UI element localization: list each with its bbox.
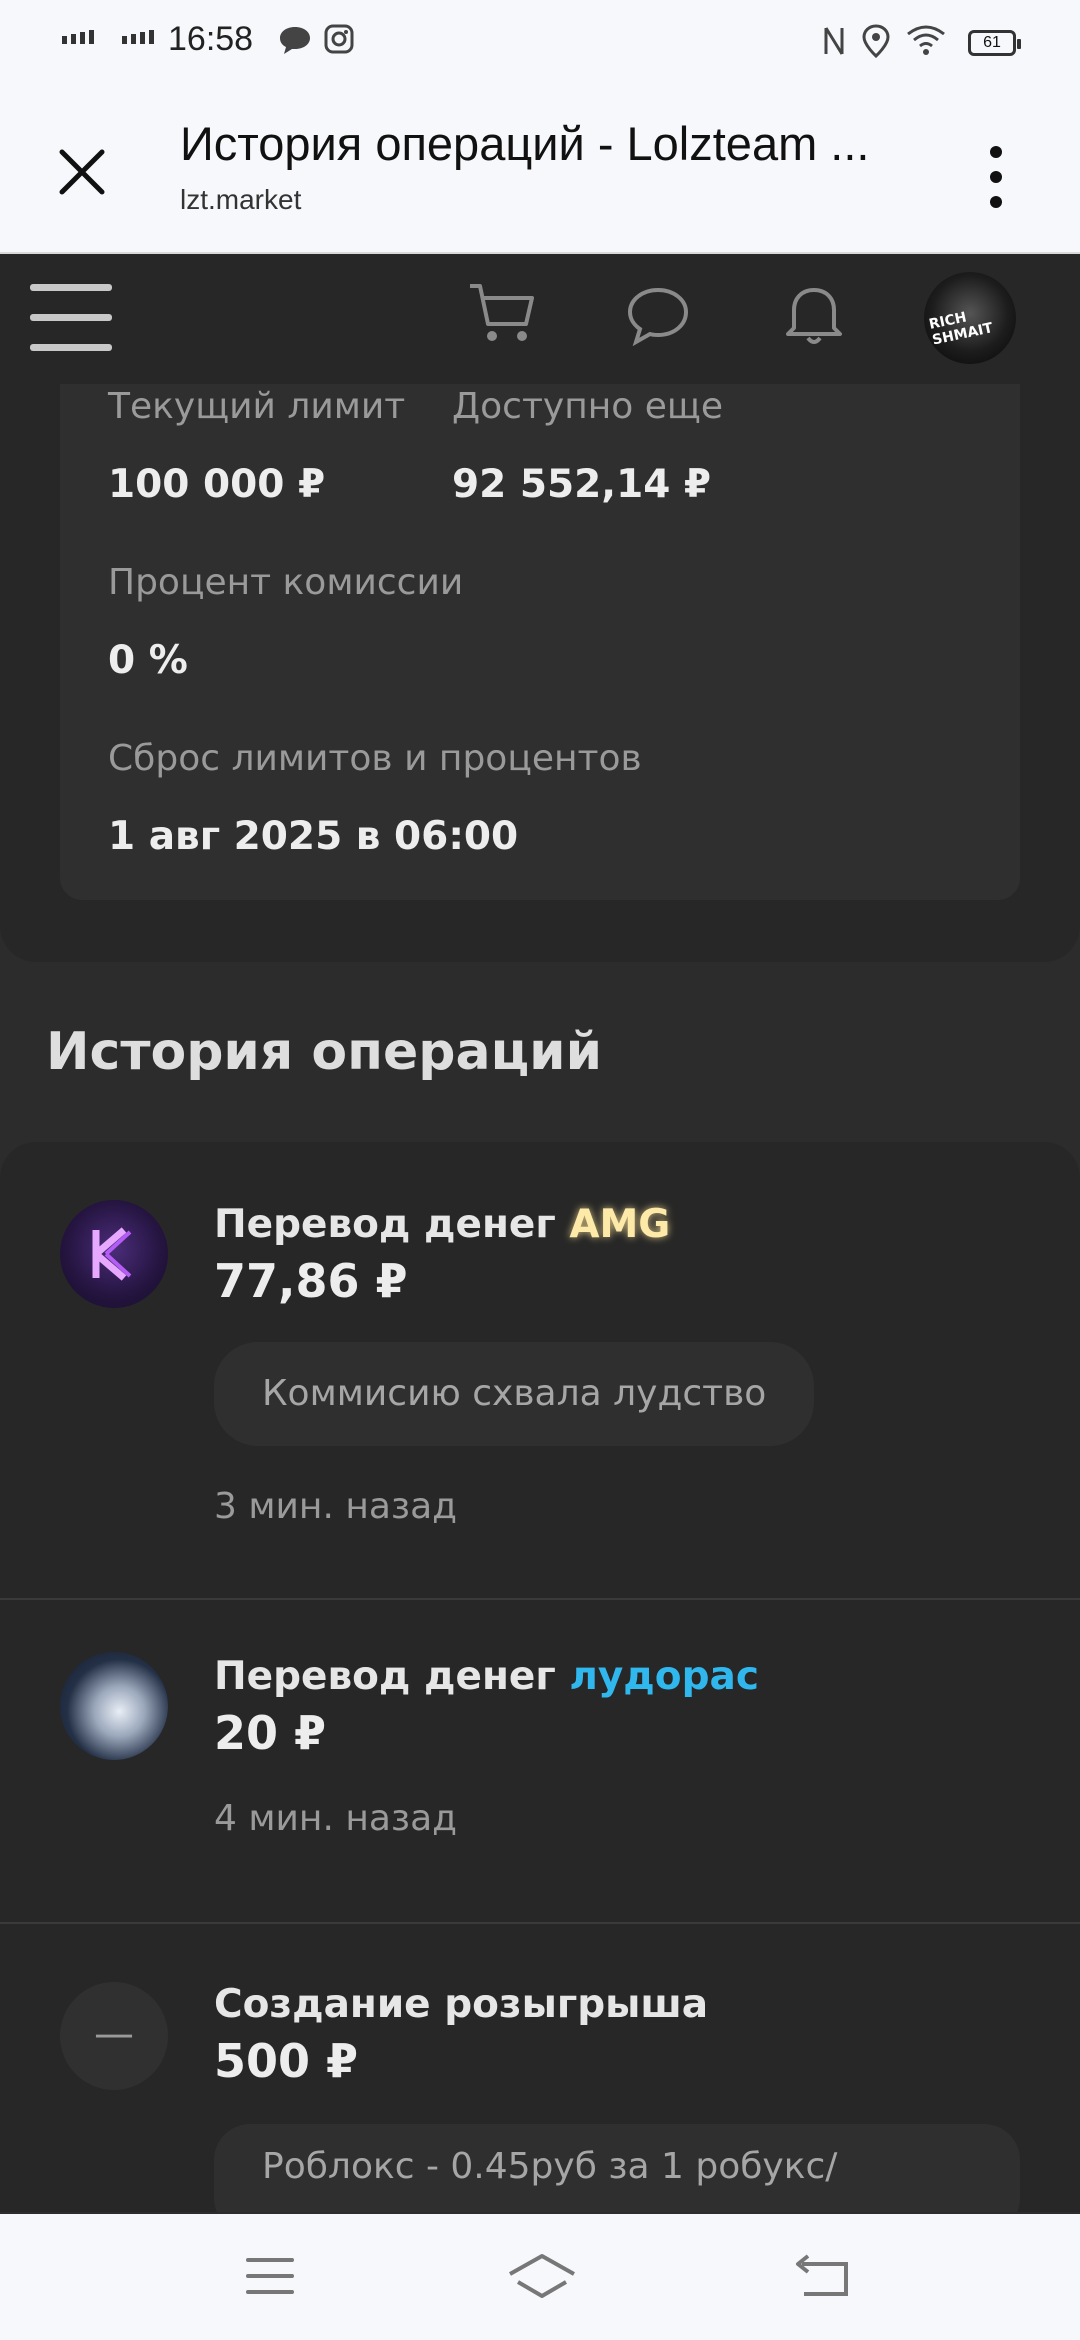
instagram-icon [324, 24, 354, 54]
battery-icon: 61 [968, 30, 1021, 56]
history-item[interactable]: Перевод денег лудорас 20 ₽ 4 мин. назад [0, 1600, 1080, 1924]
user-link-amg[interactable]: AMG [569, 1202, 670, 1247]
operation-title: Перевод денег лудорас [214, 1654, 759, 1699]
system-nav-bar [0, 2214, 1080, 2340]
status-time: 16:58 [168, 20, 254, 58]
limits-card: Текущий лимит 100 000 ₽ Доступно еще 92 … [60, 384, 1020, 900]
user-avatar[interactable]: RICH SHMAIT [924, 272, 1016, 364]
operation-amount: 500 ₽ [214, 2034, 359, 2088]
k-logo-icon [92, 1227, 132, 1281]
history-item[interactable]: Перевод денег AMG 77,86 ₽ Коммисию схвал… [0, 1142, 1080, 1600]
available-label: Доступно еще [452, 386, 723, 427]
cart-icon[interactable] [466, 278, 536, 348]
operation-comment: Роблокс - 0.45руб за 1 робукс/ [214, 2124, 1020, 2212]
more-vertical-icon[interactable] [984, 142, 1008, 212]
commission-label: Процент комиссии [108, 562, 464, 603]
history-list: Перевод денег AMG 77,86 ₽ Коммисию схвал… [0, 1142, 1080, 2212]
operation-title: Создание розыгрыша [214, 1982, 709, 2027]
location-icon [862, 24, 890, 58]
home-icon[interactable] [506, 2252, 578, 2302]
reset-value: 1 авг 2025 в 06:00 [108, 814, 519, 859]
user-link-ludoras[interactable]: лудорас [569, 1654, 759, 1699]
status-bar: 16:58 61 [0, 0, 1080, 84]
site-nav: RICH SHMAIT [0, 254, 1080, 384]
back-icon[interactable] [794, 2254, 852, 2300]
nfc-icon [824, 27, 844, 55]
user-avatar-ludoras[interactable] [60, 1652, 168, 1760]
user-avatar-amg[interactable] [60, 1200, 168, 1308]
close-icon[interactable] [54, 144, 110, 200]
hamburger-menu-icon[interactable] [28, 280, 114, 356]
browser-header: История операций - Lolzteam ... lzt.mark… [0, 84, 1080, 254]
signal-icon-2 [122, 30, 154, 44]
operation-time: 3 мин. назад [214, 1486, 458, 1527]
operation-comment: Коммисию схвала лудство [214, 1342, 815, 1446]
page-url: lzt.market [180, 184, 302, 215]
history-item[interactable]: — Создание розыгрыша 500 ₽ Роблокс - 0.4… [0, 1924, 1080, 2212]
recent-apps-icon[interactable] [244, 2256, 296, 2296]
bell-icon[interactable] [784, 282, 844, 348]
commission-value: 0 % [108, 638, 188, 683]
signal-icon [62, 30, 94, 44]
operation-amount: 20 ₽ [214, 1706, 327, 1760]
messages-icon[interactable] [626, 286, 690, 346]
reset-label: Сброс лимитов и процентов [108, 738, 642, 779]
minus-icon: — [60, 1982, 168, 2090]
limits-section: Текущий лимит 100 000 ₽ Доступно еще 92 … [0, 384, 1080, 962]
operation-title: Перевод денег AMG [214, 1202, 671, 1247]
page-title: История операций - Lolzteam ... [180, 117, 870, 170]
chat-bubble-icon [280, 27, 310, 54]
current-limit-label: Текущий лимит [108, 386, 406, 427]
operation-time: 4 мин. назад [214, 1798, 458, 1839]
current-limit-value: 100 000 ₽ [108, 462, 326, 507]
wifi-icon [907, 25, 945, 55]
available-value: 92 552,14 ₽ [452, 462, 712, 507]
operation-amount: 77,86 ₽ [214, 1254, 408, 1308]
history-title: История операций [46, 1022, 603, 1082]
